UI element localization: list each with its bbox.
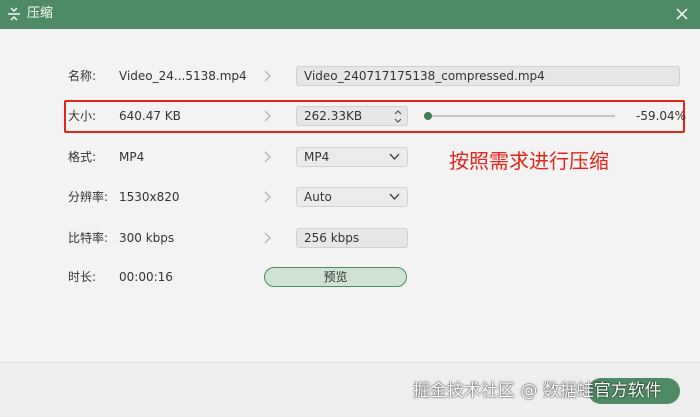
resolution-label: 分辨率: <box>68 190 109 204</box>
format-select[interactable]: MP4 <box>296 147 408 167</box>
duration-label: 时长: <box>68 270 97 284</box>
close-icon[interactable] <box>673 5 691 23</box>
chevron-right-icon <box>264 232 271 244</box>
chevron-down-icon <box>389 153 400 161</box>
output-name-text: Video_240717175138_compressed.mp4 <box>304 69 545 83</box>
size-label: 大小: <box>68 109 97 123</box>
stepper-arrows-icon[interactable] <box>393 108 403 125</box>
source-name-value: Video_24...5138.mp4 <box>119 69 247 83</box>
size-slider-thumb[interactable] <box>424 112 432 120</box>
chevron-right-icon <box>264 110 271 122</box>
annotation-text: 按照需求进行压缩 <box>449 149 609 173</box>
bitrate-field[interactable]: 256 kbps <box>296 228 408 248</box>
preview-button[interactable]: 预览 <box>264 267 407 287</box>
chevron-right-icon <box>264 70 271 82</box>
resolution-select[interactable]: Auto <box>296 187 408 207</box>
size-change-percent: -59.04% <box>636 109 687 123</box>
size-slider-track[interactable] <box>428 115 615 117</box>
format-select-value: MP4 <box>304 150 330 164</box>
watermark-text: 掘金技术社区 @ 数据蛙官方软件 <box>413 381 662 401</box>
compress-icon <box>8 7 20 21</box>
name-label: 名称: <box>68 69 97 83</box>
window-title: 压缩 <box>27 6 54 21</box>
bitrate-label: 比特率: <box>68 231 109 245</box>
duration-value: 00:00:16 <box>119 270 173 284</box>
size-stepper[interactable]: 262.33KB <box>296 106 408 126</box>
source-format-value: MP4 <box>119 150 145 164</box>
resolution-select-value: Auto <box>304 190 332 204</box>
output-name-field[interactable]: Video_240717175138_compressed.mp4 <box>296 66 680 86</box>
source-resolution-value: 1530x820 <box>119 190 180 204</box>
chevron-right-icon <box>264 191 271 203</box>
format-label: 格式: <box>68 150 97 164</box>
bitrate-field-value: 256 kbps <box>304 231 360 245</box>
source-size-value: 640.47 KB <box>119 109 181 123</box>
chevron-down-icon <box>389 193 400 201</box>
size-stepper-value: 262.33KB <box>304 109 363 123</box>
source-bitrate-value: 300 kbps <box>119 231 175 245</box>
chevron-right-icon <box>264 151 271 163</box>
title-bar: 压缩 <box>0 0 700 29</box>
